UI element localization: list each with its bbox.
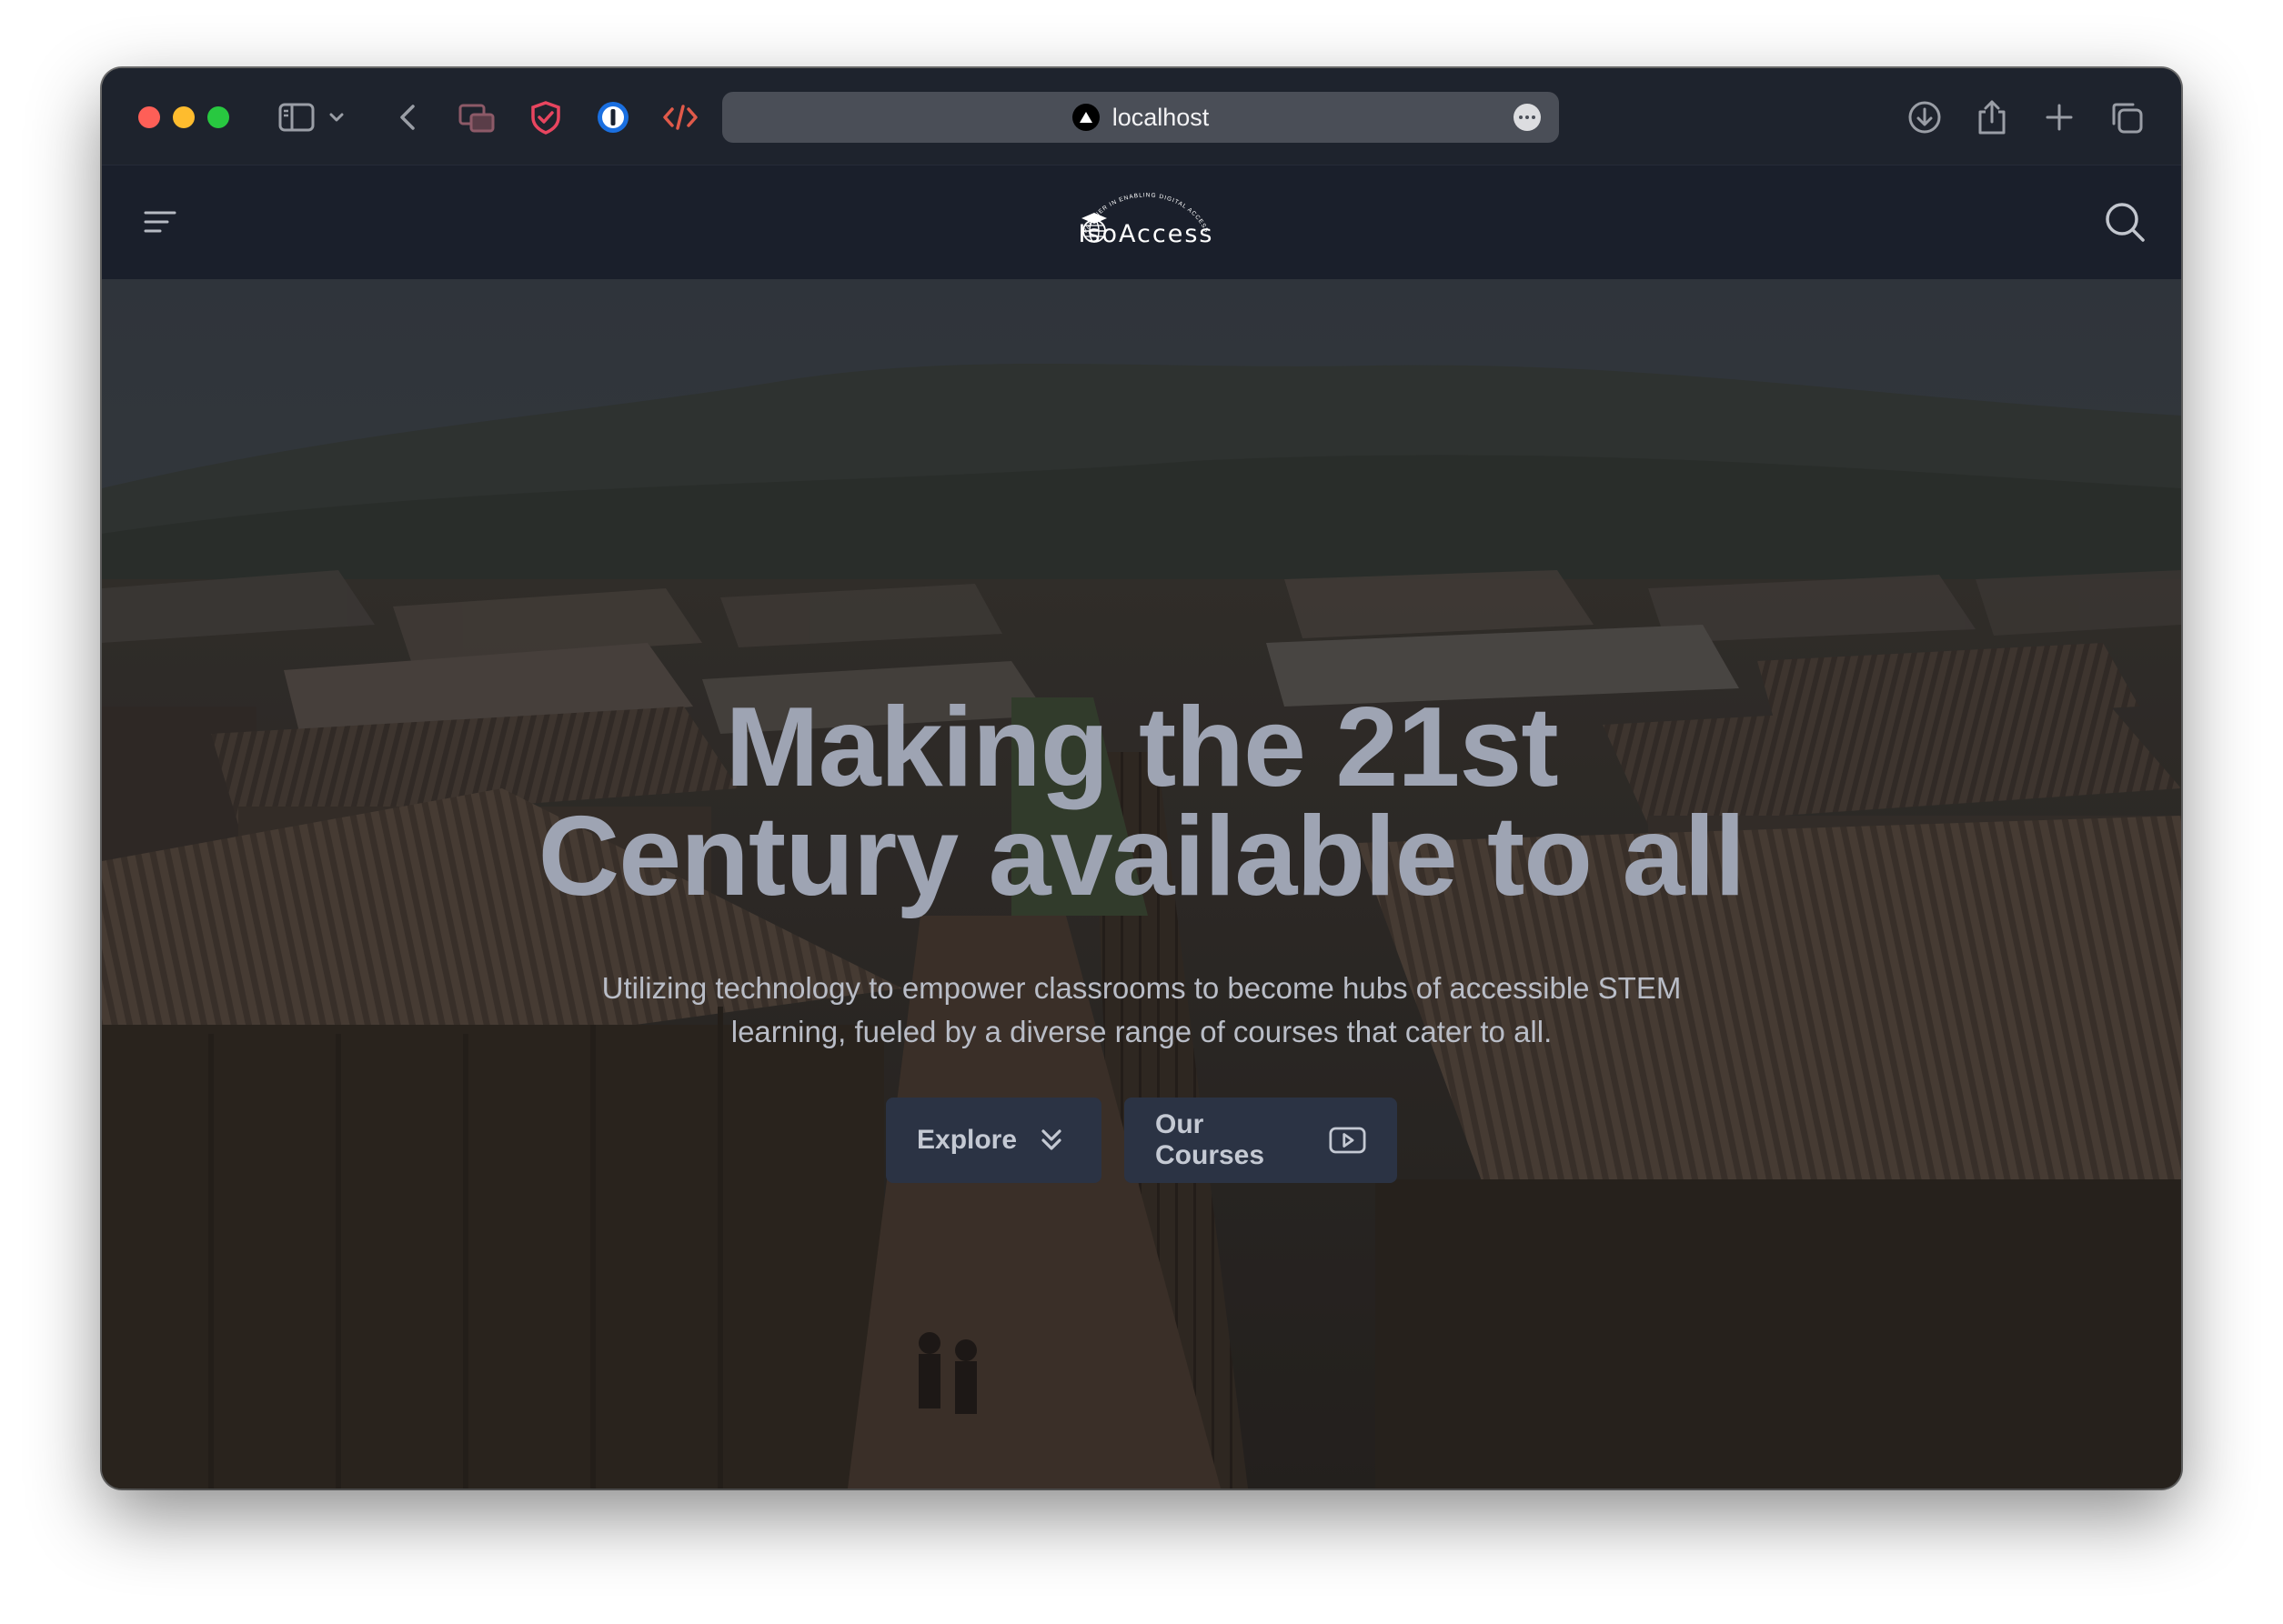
hero-subtitle-line-2: learning, fueled by a diverse range of c… bbox=[730, 1015, 1553, 1048]
url-text: localhost bbox=[1111, 103, 1210, 131]
tabs-overview-icon[interactable] bbox=[2108, 99, 2145, 135]
address-bar[interactable]: localhost bbox=[722, 92, 1559, 143]
more-options-icon[interactable] bbox=[1514, 104, 1541, 131]
hero-subtitle-line-1: Utilizing technology to empower classroo… bbox=[601, 971, 1682, 1005]
hero-title-line-2: Century available to all bbox=[538, 794, 1746, 919]
sidebar-toggle-icon[interactable] bbox=[278, 99, 315, 135]
downloads-icon[interactable] bbox=[1906, 99, 1943, 135]
privacy-shield-icon[interactable] bbox=[528, 99, 564, 135]
site-favicon-icon bbox=[1071, 104, 1100, 131]
hero-title-line-1: Making the 21st bbox=[725, 685, 1558, 810]
back-arrow-icon[interactable] bbox=[389, 99, 426, 135]
search-icon[interactable] bbox=[2103, 200, 2147, 244]
chevron-down-icon[interactable] bbox=[326, 99, 347, 135]
logo-text: IsoAccess bbox=[1078, 220, 1214, 248]
zoom-window-button[interactable] bbox=[207, 106, 229, 128]
hero-content: Making the 21st Century available to all… bbox=[102, 279, 2181, 1489]
play-icon bbox=[1329, 1127, 1366, 1154]
browser-toolbar: localhost bbox=[102, 68, 2181, 165]
browser-window: localhost PARTNER IN ENABLING DIGITAL AC… bbox=[102, 68, 2181, 1489]
our-courses-button[interactable]: Our Courses bbox=[1124, 1098, 1397, 1183]
minimize-window-button[interactable] bbox=[173, 106, 195, 128]
menu-icon[interactable] bbox=[142, 204, 178, 240]
hero-title: Making the 21st Century available to all bbox=[102, 685, 2181, 919]
site-logo[interactable]: PARTNER IN ENABLING DIGITAL ACCESS IsoAc… bbox=[1069, 189, 1223, 262]
explore-button-label: Explore bbox=[917, 1125, 1018, 1155]
new-tab-icon[interactable] bbox=[2041, 99, 2077, 135]
hero-section: Making the 21st Century available to all… bbox=[102, 279, 2181, 1489]
our-courses-button-label: Our Courses bbox=[1155, 1109, 1265, 1170]
close-window-button[interactable] bbox=[138, 106, 160, 128]
dev-tools-icon[interactable] bbox=[662, 99, 699, 135]
explore-button[interactable]: Explore bbox=[886, 1098, 1101, 1183]
hero-subtitle: Utilizing technology to empower classroo… bbox=[102, 967, 2181, 1054]
site-header: PARTNER IN ENABLING DIGITAL ACCESS IsoAc… bbox=[102, 165, 2181, 280]
share-icon[interactable] bbox=[1974, 99, 2010, 135]
password-manager-icon[interactable] bbox=[595, 99, 631, 135]
hero-buttons: Explore Our Courses bbox=[886, 1098, 1397, 1183]
chevrons-down-icon bbox=[1041, 1129, 1061, 1150]
window-controls bbox=[138, 106, 229, 128]
picture-in-picture-icon[interactable] bbox=[458, 99, 495, 135]
